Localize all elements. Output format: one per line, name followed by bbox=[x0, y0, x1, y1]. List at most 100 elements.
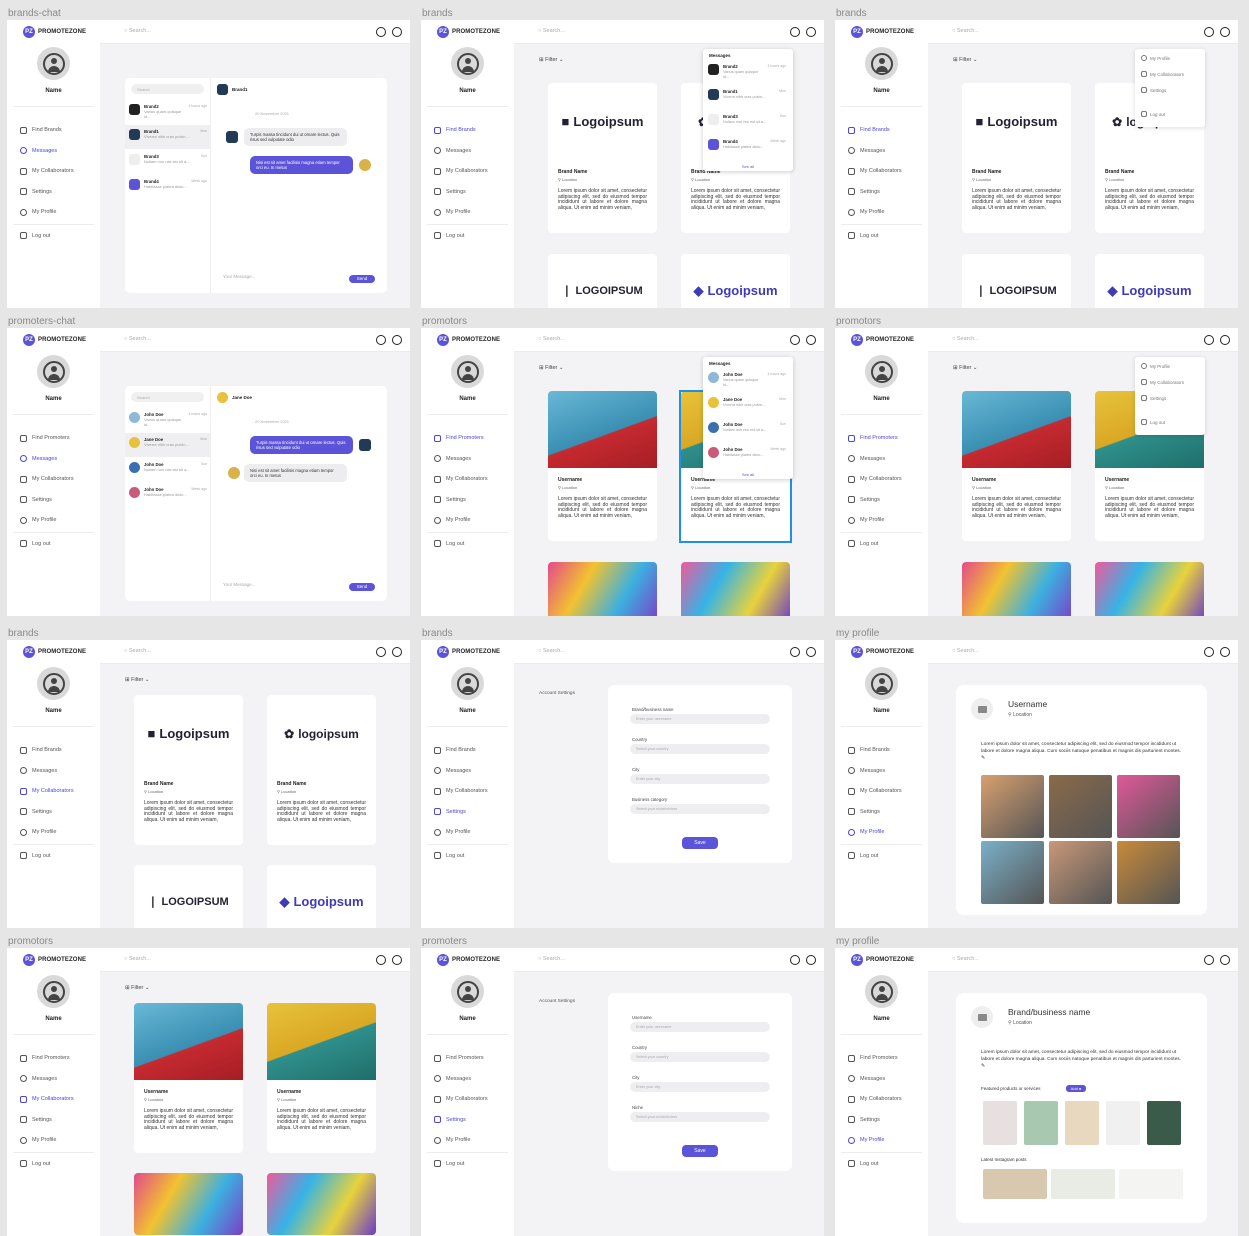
gallery-image[interactable] bbox=[981, 775, 1044, 838]
account-icon[interactable] bbox=[1220, 27, 1230, 37]
sidebar-item-find-brands[interactable]: Find Brands bbox=[848, 740, 902, 761]
sidebar-item-messages[interactable]: Messages bbox=[848, 761, 902, 782]
account-icon[interactable] bbox=[392, 647, 402, 657]
pencil-icon[interactable]: ✎ bbox=[981, 1064, 985, 1069]
user-avatar[interactable] bbox=[865, 975, 898, 1008]
search-input[interactable]: Search... bbox=[538, 648, 565, 654]
promoter-card[interactable] bbox=[1095, 562, 1204, 616]
search-input[interactable]: Search... bbox=[538, 336, 565, 342]
brand-card[interactable]: ■ Logoipsum Brand Name ⚲ Location Lorem ip… bbox=[134, 695, 243, 845]
filter-button[interactable]: ⊞ Filter ⌄ bbox=[953, 365, 978, 371]
profile-menu-item[interactable]: My Profile bbox=[1141, 55, 1170, 61]
brand-card[interactable]: ◆ Logoipsum bbox=[267, 865, 376, 928]
sidebar-item-find-brands[interactable]: Find Brands bbox=[434, 120, 488, 141]
add-button[interactable]: Add ● bbox=[1066, 1085, 1086, 1092]
profile-menu-item[interactable]: Log out bbox=[1141, 111, 1165, 117]
user-avatar[interactable] bbox=[37, 975, 70, 1008]
gallery-image[interactable] bbox=[1117, 775, 1180, 838]
account-icon[interactable] bbox=[392, 27, 402, 37]
sidebar-item-settings[interactable]: Settings bbox=[20, 802, 74, 823]
minus-circle-icon[interactable] bbox=[1204, 647, 1214, 657]
sidebar-item-messages[interactable]: Messages bbox=[20, 449, 74, 470]
logo[interactable]: PZ PROMOTEZONE bbox=[437, 26, 500, 38]
sidebar-item-messages[interactable]: Messages bbox=[20, 141, 74, 162]
search-input[interactable]: Search... bbox=[124, 956, 151, 962]
sidebar-item-settings[interactable]: Settings bbox=[848, 490, 902, 511]
logout-button[interactable]: Log out bbox=[848, 852, 878, 859]
brand-card[interactable]: ■ Logoipsum Brand Name ⚲ Location Lorem ip… bbox=[962, 83, 1071, 233]
sidebar-item-settings[interactable]: Settings bbox=[20, 182, 74, 203]
logout-button[interactable]: Log out bbox=[20, 232, 50, 239]
sidebar-item-find-promoters[interactable]: Find Promoters bbox=[848, 1048, 902, 1069]
camera-icon[interactable] bbox=[971, 1006, 993, 1028]
user-avatar[interactable] bbox=[37, 667, 70, 700]
brand-card[interactable]: ❘ LOGOIPSUM bbox=[134, 865, 243, 928]
form-input[interactable]: Select your niche/niches bbox=[630, 1112, 770, 1122]
profile-menu-item[interactable]: My Collaborators bbox=[1141, 379, 1184, 385]
search-input[interactable]: Search... bbox=[124, 336, 151, 342]
sidebar-item-messages[interactable]: Messages bbox=[848, 1069, 902, 1090]
see-all-link[interactable]: See all bbox=[703, 472, 793, 477]
minus-circle-icon[interactable] bbox=[376, 647, 386, 657]
gallery-image[interactable] bbox=[1049, 775, 1112, 838]
pencil-icon[interactable]: ✎ bbox=[981, 756, 985, 761]
sidebar-item-my-collaborators[interactable]: My Collaborators bbox=[434, 1089, 488, 1110]
sidebar-item-find-promoters[interactable]: Find Promoters bbox=[848, 428, 902, 449]
sidebar-item-find-brands[interactable]: Find Brands bbox=[20, 120, 74, 141]
sidebar-item-my-collaborators[interactable]: My Collaborators bbox=[848, 161, 902, 182]
minus-circle-icon[interactable] bbox=[376, 335, 386, 345]
account-icon[interactable] bbox=[806, 335, 816, 345]
profile-menu-item[interactable]: Settings bbox=[1141, 87, 1166, 93]
form-input[interactable]: Select your country bbox=[630, 1052, 770, 1062]
form-input[interactable]: Enter your city bbox=[630, 774, 770, 784]
user-avatar[interactable] bbox=[37, 355, 70, 388]
form-input[interactable]: Enter your username bbox=[630, 1022, 770, 1032]
sidebar-item-find-promoters[interactable]: Find Promoters bbox=[20, 428, 74, 449]
sidebar-item-my-profile[interactable]: My Profile bbox=[434, 822, 488, 843]
promoter-card[interactable]: Username ⚲ Location Lorem ipsum dolor si… bbox=[962, 391, 1071, 541]
sidebar-item-messages[interactable]: Messages bbox=[848, 141, 902, 162]
logo[interactable]: PZ PROMOTEZONE bbox=[437, 646, 500, 658]
sidebar-item-settings[interactable]: Settings bbox=[848, 802, 902, 823]
sidebar-item-my-collaborators[interactable]: My Collaborators bbox=[434, 781, 488, 802]
sidebar-item-settings[interactable]: Settings bbox=[20, 1110, 74, 1131]
sidebar-item-messages[interactable]: Messages bbox=[20, 1069, 74, 1090]
promoter-card[interactable] bbox=[134, 1173, 243, 1235]
send-button[interactable]: Send bbox=[349, 583, 375, 591]
logout-button[interactable]: Log out bbox=[434, 1160, 464, 1167]
logout-button[interactable]: Log out bbox=[434, 232, 464, 239]
user-avatar[interactable] bbox=[451, 667, 484, 700]
sidebar-item-find-brands[interactable]: Find Brands bbox=[20, 740, 74, 761]
minus-circle-icon[interactable] bbox=[790, 647, 800, 657]
chat-search-input[interactable]: Search bbox=[131, 392, 204, 402]
sidebar-item-my-collaborators[interactable]: My Collaborators bbox=[848, 469, 902, 490]
logout-button[interactable]: Log out bbox=[434, 852, 464, 859]
sidebar-item-find-promoters[interactable]: Find Promoters bbox=[20, 1048, 74, 1069]
product-image[interactable] bbox=[1106, 1101, 1140, 1145]
sidebar-item-settings[interactable]: Settings bbox=[848, 1110, 902, 1131]
form-input[interactable]: Select your niche/niches bbox=[630, 804, 770, 814]
promoter-card[interactable] bbox=[962, 562, 1071, 616]
logo[interactable]: PZ PROMOTEZONE bbox=[23, 334, 86, 346]
sidebar-item-messages[interactable]: Messages bbox=[434, 1069, 488, 1090]
message-input[interactable]: Your Message... bbox=[223, 582, 255, 587]
sidebar-item-messages[interactable]: Messages bbox=[434, 761, 488, 782]
minus-circle-icon[interactable] bbox=[790, 955, 800, 965]
search-input[interactable]: Search... bbox=[538, 956, 565, 962]
sidebar-item-settings[interactable]: Settings bbox=[434, 802, 488, 823]
dropdown-message-item[interactable]: Jane Doe Viverra nibh cras pulvin... Mon bbox=[708, 397, 786, 408]
sidebar-item-find-promoters[interactable]: Find Promoters bbox=[434, 1048, 488, 1069]
account-icon[interactable] bbox=[392, 335, 402, 345]
message-input[interactable]: Your Message... bbox=[223, 274, 255, 279]
product-image[interactable] bbox=[983, 1101, 1017, 1145]
search-input[interactable]: Search... bbox=[124, 28, 151, 34]
dropdown-message-item[interactable]: John Doe Nullam non nisi est sit a... Sun bbox=[708, 422, 786, 433]
sidebar-item-find-brands[interactable]: Find Brands bbox=[848, 120, 902, 141]
sidebar-item-my-profile[interactable]: My Profile bbox=[434, 202, 488, 223]
brand-card[interactable]: ❘ LOGOIPSUM bbox=[962, 254, 1071, 308]
account-icon[interactable] bbox=[1220, 647, 1230, 657]
search-input[interactable]: Search... bbox=[124, 648, 151, 654]
search-input[interactable]: Search... bbox=[538, 28, 565, 34]
gallery-image[interactable] bbox=[1117, 841, 1180, 904]
filter-button[interactable]: ⊞ Filter ⌄ bbox=[125, 985, 150, 991]
